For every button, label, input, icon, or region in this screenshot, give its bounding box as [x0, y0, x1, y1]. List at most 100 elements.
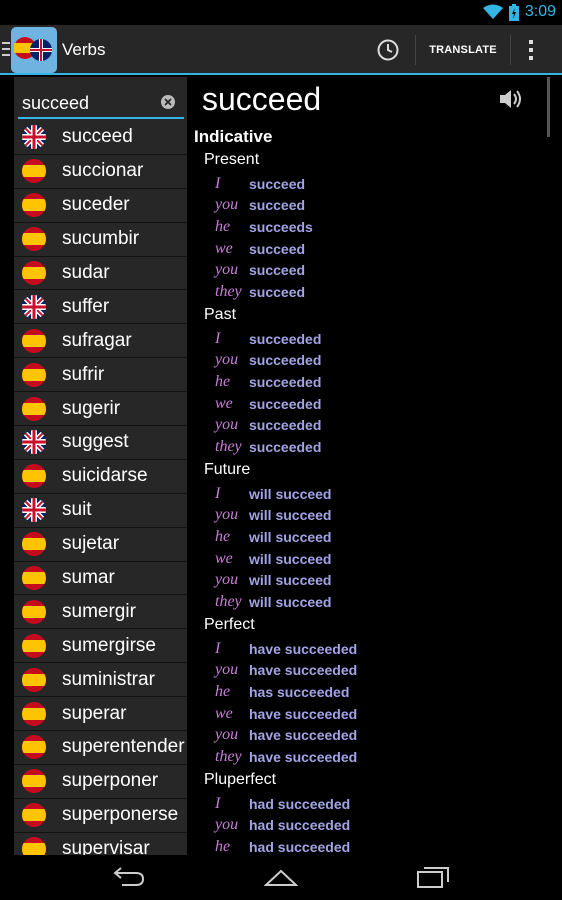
overflow-icon[interactable] [527, 38, 535, 62]
verb-form: will succeed [249, 528, 332, 545]
pronoun: I [215, 794, 221, 812]
word-list-item[interactable]: sumergir [14, 595, 187, 630]
word-list-item[interactable]: sucumbir [14, 223, 187, 257]
word-list-item[interactable]: superar [14, 697, 187, 732]
pronoun: he [215, 837, 231, 855]
conjugation-line: he had succeeded [204, 836, 350, 855]
conjugation-line: they succeed [204, 281, 313, 303]
pronoun: you [215, 506, 239, 524]
recents-icon[interactable] [416, 865, 450, 889]
mood-title: Indicative [194, 127, 273, 146]
spain-flag-icon [22, 227, 46, 252]
tense-name: Perfect [204, 616, 255, 633]
word-label: sumergir [62, 600, 136, 622]
tense-name: Future [204, 461, 251, 478]
word-list-item[interactable]: superponer [14, 765, 187, 799]
tense-name: Past [204, 306, 237, 323]
tense-name: Present [204, 151, 260, 168]
word-label: superar [62, 702, 127, 724]
word-label: succionar [62, 160, 144, 182]
word-label: suministrar [62, 668, 155, 690]
word-list-item[interactable]: suicidarse [14, 460, 187, 494]
word-list-item[interactable]: suministrar [14, 663, 187, 698]
word-list-item[interactable]: sufrir [14, 358, 187, 393]
word-list-item[interactable]: supervisar [14, 833, 187, 855]
word-label: sufrir [62, 363, 105, 385]
verb-form: have succeeded [249, 748, 358, 765]
navigation-bar [0, 855, 562, 900]
word-list-item[interactable]: superentender [14, 731, 187, 765]
word-list-item[interactable]: sugerir [14, 392, 187, 427]
action-bar: Verbs TRANSLATE [0, 25, 562, 75]
conjugation-line: he has succeeded [204, 681, 357, 703]
conjugation-line: he will succeed [204, 526, 331, 548]
conjugation-line: we succeed [204, 238, 313, 260]
uk-flag-icon [22, 125, 46, 150]
conjugation-line: we succeeded [204, 393, 321, 415]
search-box [18, 88, 184, 119]
word-list-item[interactable]: sudar [14, 257, 187, 291]
word-label: suit [62, 499, 92, 521]
word-list-item[interactable]: sumar [14, 562, 187, 596]
conjugation-line: they succeeded [204, 436, 321, 458]
history-icon[interactable] [376, 38, 400, 62]
clear-icon[interactable] [161, 95, 175, 109]
translate-button[interactable]: TRANSLATE [418, 35, 508, 65]
verb-form: have succeeded [249, 727, 358, 744]
conjugation-line: you succeed [204, 259, 313, 281]
verb-form: has succeeded [249, 683, 350, 700]
verb-form: have succeeded [249, 662, 358, 679]
spain-flag-icon [22, 532, 46, 557]
word-list-item[interactable]: suffer [14, 290, 187, 325]
word-label: sujetar [62, 533, 120, 555]
verb-form: will succeed [249, 507, 332, 524]
word-list-item[interactable]: suit [14, 494, 187, 528]
word-label: suffer [62, 295, 110, 317]
conjugation-line: we will succeed [204, 548, 331, 570]
word-label: superponerse [62, 804, 179, 826]
pronoun: you [215, 351, 239, 369]
pronoun: we [215, 704, 233, 722]
word-list-item[interactable]: sufragar [14, 324, 187, 359]
spain-flag-icon [22, 396, 46, 421]
status-bar: 3:09 [0, 0, 562, 25]
spain-flag-icon [22, 701, 46, 726]
conjugation-line: he succeeded [204, 371, 321, 393]
word-label: suicidarse [62, 465, 148, 487]
conjugation-line: they will succeed [204, 591, 331, 613]
pronoun: he [215, 217, 231, 235]
spain-flag-icon [22, 328, 46, 353]
word-list-item[interactable]: succeed [14, 121, 187, 155]
clock: 3:09 [524, 3, 556, 20]
word-list-item[interactable]: suceder [14, 189, 187, 223]
conjugation-line: Isucceed [204, 173, 313, 195]
conjugation-line: you succeeded [204, 350, 321, 372]
word-list-item[interactable]: superponerse [14, 799, 187, 833]
app-flags-icon[interactable] [11, 27, 57, 73]
verb-form: have succeeded [249, 640, 358, 657]
menu-bars-icon[interactable] [2, 42, 10, 56]
word-label: succeed [62, 126, 133, 148]
back-icon[interactable] [112, 867, 146, 887]
word-list-item[interactable]: succionar [14, 155, 187, 189]
speaker-icon[interactable] [497, 86, 523, 112]
verb-form: had succeeded [249, 838, 351, 855]
word-label: suceder [62, 194, 130, 216]
search-input[interactable] [22, 90, 152, 116]
pronoun: we [215, 549, 233, 567]
pronoun: I [215, 329, 221, 347]
battery-icon [508, 3, 519, 21]
word-list-item[interactable]: suggest [14, 426, 187, 460]
pronoun: he [215, 682, 231, 700]
word-list-item[interactable]: sumergirse [14, 629, 187, 664]
pronoun: you [215, 726, 239, 744]
home-icon[interactable] [264, 867, 298, 887]
verb-form: succeeded [249, 395, 322, 412]
pronoun: I [215, 639, 221, 657]
tense-block: Past Isucceeded you succeeded he succeeded we s… [204, 306, 321, 458]
word-label: sugerir [62, 397, 121, 419]
word-list-item[interactable]: sujetar [14, 528, 187, 562]
pronoun: you [215, 416, 239, 434]
scrollbar[interactable] [547, 77, 550, 137]
word-label: sucumbir [62, 228, 140, 250]
